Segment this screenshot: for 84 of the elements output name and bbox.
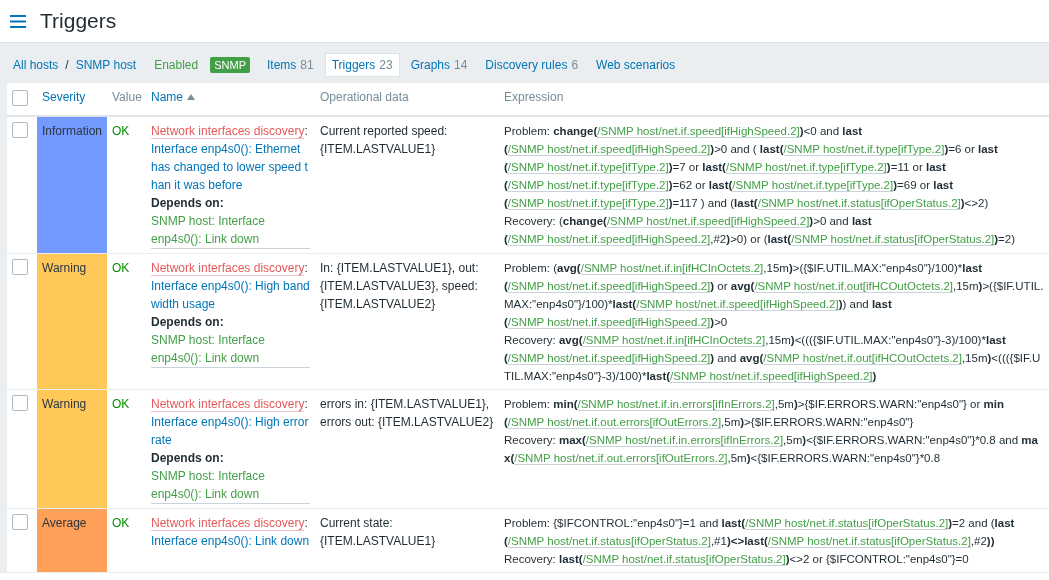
trigger-value: OK bbox=[112, 261, 130, 275]
tab[interactable]: Graphs 14 bbox=[403, 53, 475, 77]
breadcrumb-separator: / bbox=[64, 58, 70, 72]
item-link[interactable]: /SNMP host/net.if.speed[ifHighSpeed.2] bbox=[606, 215, 810, 228]
expression-text: Recovery: avg(/SNMP host/net.if.in[ifHCInOctets.2],15m)<((({$IF.UTIL.MAX:"enp4s0"}-3)/100)*last(/SNMP host/net.if.speed[ifHighSpeed.2]) and avg(/SNMP host/net.if.out[ifHCOutOctets.2],15m)<((({$IF.UTIL.MAX:"enp4s0"}-3)/100)*last(/SNMP host/net.if.speed[ifHighSpeed.2]) bbox=[504, 333, 1042, 385]
item-link[interactable]: /SNMP host/net.if.out[ifHCOutOctets.2] bbox=[763, 352, 962, 365]
item-link[interactable]: /SNMP host/net.if.speed[ifHighSpeed.2] bbox=[507, 143, 711, 156]
item-link[interactable]: /SNMP host/net.if.out.errors[ifOutErrors.2] bbox=[507, 416, 722, 429]
row-checkbox[interactable] bbox=[12, 122, 28, 138]
tab[interactable]: Triggers 23 bbox=[324, 53, 400, 77]
item-link[interactable]: /SNMP host/net.if.speed[ifHighSpeed.2] bbox=[597, 125, 800, 138]
item-link[interactable]: /SNMP host/net.if.in.errors[ifInErrors.2] bbox=[577, 398, 775, 411]
page-title: Triggers bbox=[40, 9, 117, 33]
expression-text: Problem: change(/SNMP host/net.if.speed[ifHighSpeed.2])<0 and last(/SNMP host/net.if.speed[ifHighSpeed.2])>0 and ( last(/SNMP host/net.if.type[ifType.2])=6 or last(/SNMP host/net.if.type[ifType.2])=7 or last(/SNMP host/net.if.type[ifType.2])=11 or last(/SNMP host/net.if.type[ifType.2])=62 or last(/SNMP host/net.if.type[ifType.2])=69 or last(/SNMP host/net.if.type[ifType.2])=117 ) and (last(/SNMP host/net.if.status[ifOperStatus.2])<>2) bbox=[504, 124, 999, 212]
select-all-checkbox[interactable] bbox=[12, 90, 28, 106]
column-header: Operational data bbox=[320, 90, 409, 104]
breadcrumb-link[interactable]: SNMP host bbox=[69, 58, 143, 72]
row-checkbox[interactable] bbox=[12, 259, 28, 275]
trigger-value: OK bbox=[112, 124, 130, 138]
severity-cell: Information bbox=[37, 116, 107, 254]
item-link[interactable]: /SNMP host/net.if.type[ifType.2] bbox=[507, 161, 669, 174]
operational-data-text: errors in: {ITEM.LASTVALUE1}, errors out: {ITEM.LASTVALUE2} bbox=[320, 396, 494, 431]
item-link[interactable]: /SNMP host/net.if.status[ifOperStatus.2] bbox=[582, 553, 786, 566]
item-link[interactable]: /SNMP host/net.if.status[ifOperStatus.2] bbox=[745, 517, 949, 530]
severity-cell: Warning bbox=[37, 253, 107, 390]
item-link[interactable]: /SNMP host/net.if.in.errors[ifInErrors.2] bbox=[585, 434, 784, 447]
tab[interactable]: Discovery rules 6 bbox=[478, 53, 586, 77]
host-status-link[interactable]: Enabled bbox=[142, 58, 205, 72]
trigger-template-line: Network interfaces discovery: bbox=[151, 123, 309, 140]
trigger-value: OK bbox=[112, 397, 130, 411]
expression-text: Recovery: last(/SNMP host/net.if.status[ifOperStatus.2])<>2 or {$IFCONTROL:"enp4s0"}=0 bbox=[504, 552, 970, 568]
item-link[interactable]: /SNMP host/net.if.in[ifHCInOctets.2] bbox=[582, 334, 766, 347]
trigger-value: OK bbox=[112, 516, 130, 530]
depends-on-label: Depends on: bbox=[151, 195, 225, 212]
depends-on-label: Depends on: bbox=[151, 314, 225, 331]
expression-text: Problem: {$IFCONTROL:"enp4s0"}=1 and last(/SNMP host/net.if.status[ifOperStatus.2])=2 and (last(/SNMP host/net.if.status[ifOperStatus.2],#1)<>last(/SNMP host/net.if.status[ifOperStatus.2],#2)) bbox=[504, 516, 1016, 550]
column-header: Value bbox=[112, 90, 142, 104]
item-link[interactable]: /SNMP host/net.if.status[ifOperStatus.2] bbox=[757, 197, 961, 210]
dependency-link[interactable]: SNMP host: Interface enp4s0(): Link down bbox=[151, 331, 310, 368]
item-link[interactable]: /SNMP host/net.if.type[ifType.2] bbox=[732, 179, 894, 192]
expression-text: Recovery: (change(/SNMP host/net.if.speed[ifHighSpeed.2])>0 and last(/SNMP host/net.if.speed[ifHighSpeed.2],#2)>0) or (last(/SNMP host/net.if.status[ifOperStatus.2])=2) bbox=[504, 214, 1016, 248]
trigger-name-link[interactable]: Interface enp4s0(): Link down bbox=[151, 532, 310, 550]
trigger-name-link[interactable]: Interface enp4s0(): Ethernet has changed to lower speed than it was before bbox=[151, 140, 310, 194]
item-link[interactable]: /SNMP host/net.if.speed[ifHighSpeed.2] bbox=[670, 370, 873, 383]
dependency-link[interactable]: SNMP host: Interface enp4s0(): Link down bbox=[151, 467, 310, 504]
sort-ascending-icon bbox=[187, 94, 195, 100]
item-link[interactable]: /SNMP host/net.if.status[ifOperStatus.2] bbox=[507, 535, 711, 548]
tab[interactable]: Web scenarios bbox=[589, 53, 683, 77]
item-link[interactable]: /SNMP host/net.if.out[ifHCOutOctets.2] bbox=[754, 280, 953, 293]
availability-badge: SNMP bbox=[210, 57, 250, 73]
item-link[interactable]: /SNMP host/net.if.speed[ifHighSpeed.2] bbox=[507, 233, 711, 246]
column-header: Expression bbox=[504, 90, 564, 104]
column-header-link[interactable]: Severity bbox=[42, 90, 86, 104]
row-checkbox[interactable] bbox=[12, 395, 28, 411]
trigger-template-line: Network interfaces discovery: bbox=[151, 396, 309, 413]
row-checkbox[interactable] bbox=[12, 514, 28, 530]
item-link[interactable]: /SNMP host/net.if.type[ifType.2] bbox=[725, 161, 887, 174]
operational-data-text: Current state: {ITEM.LASTVALUE1} bbox=[320, 515, 437, 550]
item-link[interactable]: /SNMP host/net.if.type[ifType.2] bbox=[507, 179, 669, 192]
severity-cell: Average bbox=[37, 508, 107, 573]
item-link[interactable]: /SNMP host/net.if.status[ifOperStatus.2] bbox=[791, 233, 995, 246]
trigger-template-line: Network interfaces discovery: bbox=[151, 260, 309, 277]
severity-cell: Warning bbox=[37, 389, 107, 509]
operational-data-text: Current reported speed: {ITEM.LASTVALUE1} bbox=[320, 123, 449, 158]
menu-icon[interactable] bbox=[10, 14, 26, 28]
operational-data-text: In: {ITEM.LASTVALUE1}, out: {ITEM.LASTVALUE3}, speed: {ITEM.LASTVALUE2} bbox=[320, 260, 480, 313]
trigger-name-link[interactable]: Interface enp4s0(): High bandwidth usage bbox=[151, 277, 310, 313]
item-link[interactable]: /SNMP host/net.if.status[ifOperStatus.2] bbox=[767, 535, 971, 548]
trigger-name-link[interactable]: Interface enp4s0(): High error rate bbox=[151, 413, 310, 449]
trigger-template-line: Network interfaces discovery: bbox=[151, 515, 309, 532]
item-link[interactable]: /SNMP host/net.if.speed[ifHighSpeed.2] bbox=[507, 280, 711, 293]
tab[interactable]: Items 81 bbox=[260, 53, 321, 77]
item-link[interactable]: /SNMP host/net.if.speed[ifHighSpeed.2] bbox=[636, 298, 839, 311]
item-link[interactable]: /SNMP host/net.if.out.errors[ifOutErrors.2] bbox=[514, 452, 728, 465]
item-link[interactable]: /SNMP host/net.if.type[ifType.2] bbox=[507, 197, 669, 210]
depends-on-label: Depends on: bbox=[151, 450, 225, 467]
expression-text: Recovery: max(/SNMP host/net.if.in.errors[ifInErrors.2],5m)<{$IF.ERRORS.WARN:"enp4s0"}*0.8 and max(/SNMP host/net.if.out.errors[ifOutErrors.2],5m)<{$IF.ERRORS.WARN:"enp4s0"}*0.8 bbox=[504, 433, 1039, 467]
item-link[interactable]: /SNMP host/net.if.in[ifHCInOctets.2] bbox=[580, 262, 764, 275]
item-link[interactable]: /SNMP host/net.if.speed[ifHighSpeed.2] bbox=[507, 352, 711, 365]
item-link[interactable]: /SNMP host/net.if.speed[ifHighSpeed.2] bbox=[507, 316, 711, 329]
dependency-link[interactable]: SNMP host: Interface enp4s0(): Link down bbox=[151, 212, 310, 249]
item-link[interactable]: /SNMP host/net.if.type[ifType.2] bbox=[783, 143, 945, 156]
column-header-link[interactable]: Name bbox=[151, 90, 195, 104]
breadcrumb-link[interactable]: All hosts bbox=[7, 58, 65, 72]
